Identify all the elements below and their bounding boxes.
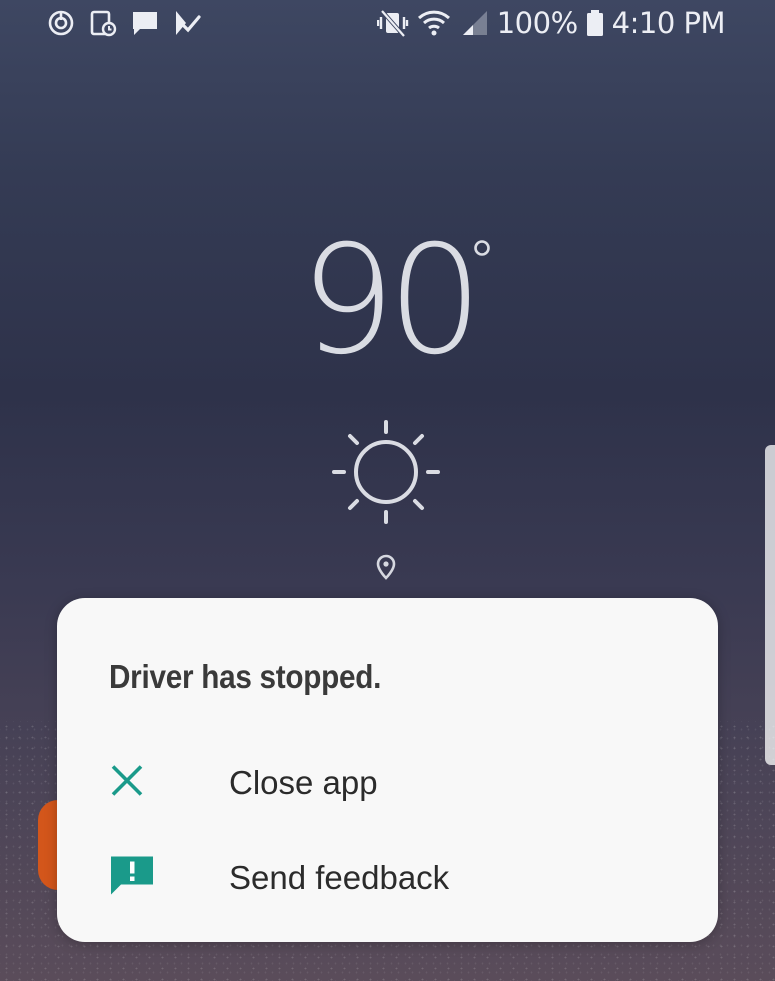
screenshot-icon <box>88 8 118 38</box>
clock: 4:10 PM <box>611 6 726 40</box>
dialog-title: Driver has stopped. <box>109 658 382 695</box>
message-icon <box>130 8 160 38</box>
data-saver-icon <box>46 8 76 38</box>
close-icon <box>109 763 145 804</box>
send-feedback-label: Send feedback <box>229 859 450 896</box>
battery-percent: 100% <box>496 6 578 40</box>
battery-icon <box>586 8 604 38</box>
signal-icon <box>459 8 489 38</box>
send-feedback-button[interactable]: Send feedback <box>57 833 718 923</box>
degree-icon <box>474 240 490 256</box>
status-bar: 100% 4:10 PM <box>0 0 775 48</box>
status-bar-right: 100% 4:10 PM <box>376 6 726 40</box>
lock-screen: 100% 4:10 PM 90 Driver has stopped. Clos… <box>0 0 775 981</box>
wifi-icon <box>417 8 451 38</box>
sun-icon <box>332 420 440 524</box>
status-bar-left <box>46 8 202 38</box>
close-app-label: Close app <box>229 764 378 801</box>
check-notification-icon <box>172 8 202 38</box>
vibrate-icon <box>376 8 409 38</box>
location-pin-icon <box>376 554 396 580</box>
edge-panel-handle[interactable] <box>765 445 775 765</box>
feedback-icon <box>109 855 155 902</box>
app-stopped-dialog: Driver has stopped. Close app Send feedb… <box>57 598 718 942</box>
close-app-button[interactable]: Close app <box>57 738 718 828</box>
